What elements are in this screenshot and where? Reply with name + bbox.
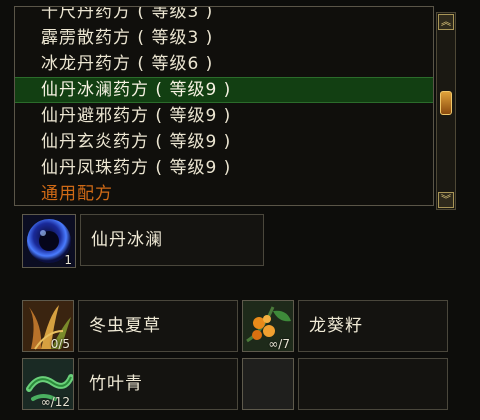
material-name: 冬虫夏草	[78, 300, 238, 352]
product-slot[interactable]: 1	[22, 214, 76, 268]
material-slot[interactable]: ∞/12	[22, 358, 74, 410]
material-name: 竹叶青	[78, 358, 238, 410]
recipe-list[interactable]: 千尺丹药方 ( 等级3 ) 霹雳散药方 ( 等级3 ) 冰龙丹药方 ( 等级6 …	[14, 6, 434, 206]
recipe-item[interactable]: 霹雳散药方 ( 等级3 )	[15, 25, 433, 51]
material-count: ∞/12	[40, 395, 70, 409]
material-slot[interactable]: ∞/7	[242, 300, 294, 352]
recipe-item[interactable]: 通用配方	[15, 181, 433, 205]
scrollbar-thumb[interactable]	[440, 91, 452, 115]
double-chevron-up-icon[interactable]: ︽	[438, 14, 454, 30]
material-count: 0/5	[50, 337, 70, 351]
product-quantity: 1	[64, 253, 72, 267]
recipe-item[interactable]: 仙丹凤珠药方 ( 等级9 )	[15, 155, 433, 181]
recipe-item-selected[interactable]: 仙丹冰澜药方 ( 等级9 )	[15, 77, 433, 103]
material-count: ∞/7	[268, 337, 290, 351]
recipe-item[interactable]: 冰龙丹药方 ( 等级6 )	[15, 51, 433, 77]
material-name-empty	[298, 358, 448, 410]
material-name: 龙葵籽	[298, 300, 448, 352]
recipe-item[interactable]: 仙丹玄炎药方 ( 等级9 )	[15, 129, 433, 155]
double-chevron-down-icon[interactable]: ︾	[438, 192, 454, 208]
recipe-rows: 千尺丹药方 ( 等级3 ) 霹雳散药方 ( 等级3 ) 冰龙丹药方 ( 等级6 …	[15, 7, 433, 205]
recipe-item[interactable]: 千尺丹药方 ( 等级3 )	[15, 7, 433, 25]
empty-slot[interactable]	[242, 358, 294, 410]
recipe-item[interactable]: 仙丹避邪药方 ( 等级9 )	[15, 103, 433, 129]
material-slot[interactable]: 0/5	[22, 300, 74, 352]
product-name: 仙丹冰澜	[80, 214, 264, 266]
recipe-scrollbar[interactable]: ︽ ︾	[436, 12, 456, 210]
